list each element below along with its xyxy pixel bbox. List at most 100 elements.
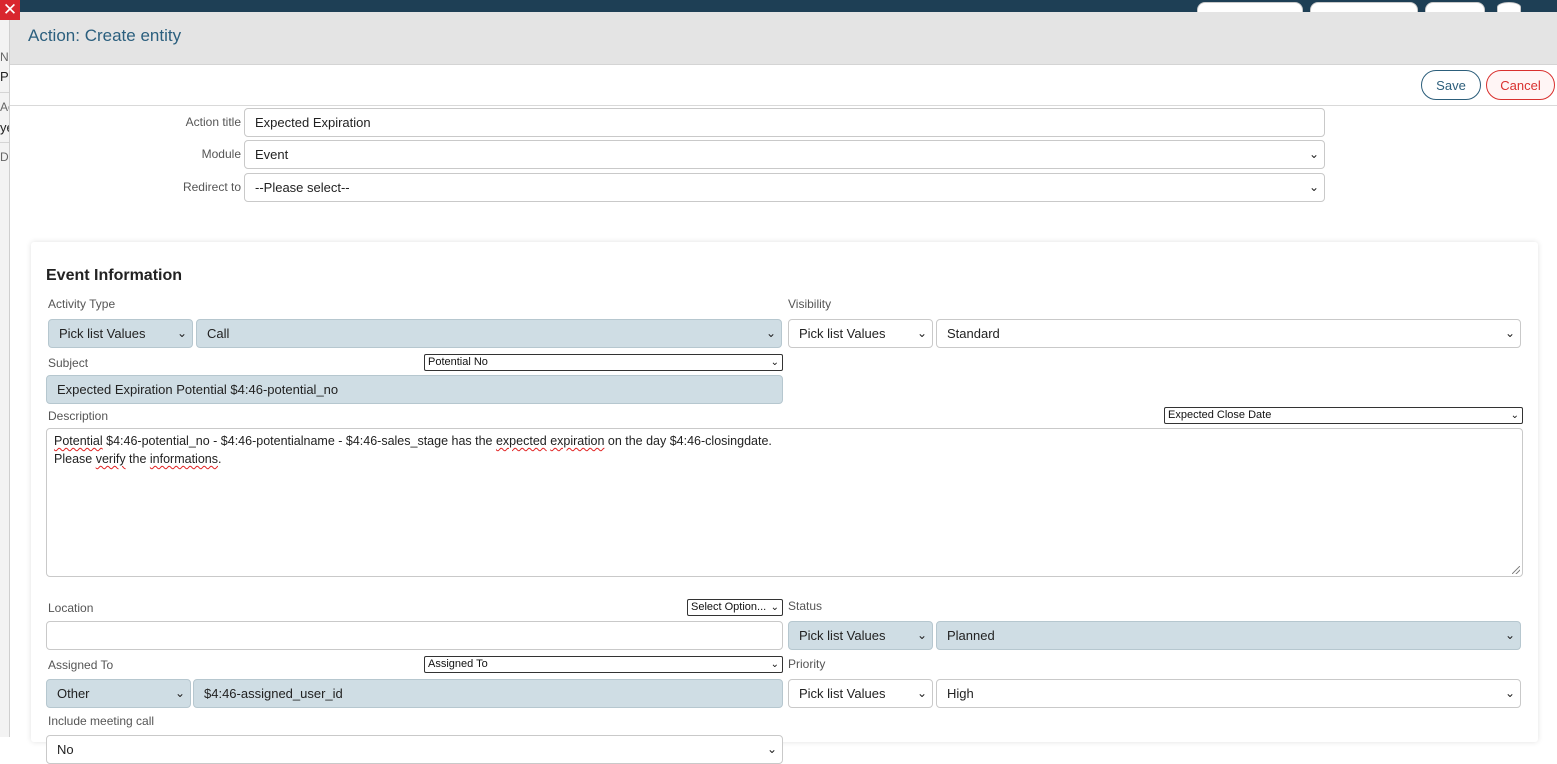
background-divider: [0, 92, 9, 93]
activity-type-mode-select[interactable]: Pick list Values ⌄: [48, 319, 193, 348]
visibility-label: Visibility: [788, 297, 832, 311]
redirect-value: --Please select--: [255, 180, 350, 195]
chevron-down-icon: ⌄: [916, 628, 927, 642]
chevron-down-icon: ⌄: [174, 686, 185, 700]
event-information-card: Event Information Activity Type Pick lis…: [31, 242, 1538, 764]
include-meeting-call-label: Include meeting call: [48, 714, 155, 728]
description-field-picker-value: Expected Close Date: [1168, 409, 1272, 421]
chevron-down-icon: ⌄: [766, 742, 777, 756]
chevron-down-icon: ⌄: [1504, 628, 1515, 642]
priority-value: High: [947, 686, 974, 701]
description-text: $4:46-potential_no - $4:46-potentialname…: [102, 434, 496, 448]
subject-label: Subject: [48, 356, 89, 370]
assigned-to-input[interactable]: $4:46-assigned_user_id: [193, 679, 783, 708]
description-text: expected: [495, 434, 547, 448]
redirect-row: Redirect to --Please select-- ⌄: [10, 173, 1557, 203]
priority-label: Priority: [788, 657, 826, 671]
event-information-title: Event Information: [46, 267, 183, 284]
location-field-picker[interactable]: Select Option... ⌄: [687, 599, 783, 616]
redirect-label: Redirect to: [182, 180, 241, 194]
description-field-picker[interactable]: Expected Close Date ⌄: [1164, 407, 1523, 424]
chevron-down-icon: ⌄: [1308, 180, 1319, 194]
chevron-down-icon: ⌄: [770, 357, 779, 368]
save-button[interactable]: Save: [1421, 70, 1481, 100]
background-tab: [1310, 2, 1418, 12]
description-text: the: [125, 452, 150, 466]
action-title-input[interactable]: Expected Expiration: [244, 108, 1325, 137]
visibility-select[interactable]: Standard ⌄: [936, 319, 1521, 348]
chevron-down-icon: ⌄: [770, 659, 779, 670]
description-text: verify: [95, 452, 126, 466]
background-avatar: [1497, 2, 1521, 12]
description-text: Please: [54, 452, 96, 466]
background-divider: [0, 142, 9, 143]
activity-type-select[interactable]: Call ⌄: [196, 319, 782, 348]
activity-type-label: Activity Type: [48, 297, 116, 311]
background-text: Po: [0, 69, 9, 84]
assigned-to-value: $4:46-assigned_user_id: [204, 686, 343, 701]
location-label: Location: [48, 601, 94, 615]
module-select[interactable]: Event ⌄: [244, 140, 1325, 169]
description-text: on the day $4:46-closingdate.: [604, 434, 772, 448]
description-text: informations: [149, 452, 218, 466]
background-text: Ac: [0, 100, 9, 114]
activity-type-value: Call: [207, 326, 230, 341]
include-meeting-call-select[interactable]: No ⌄: [46, 735, 783, 764]
chevron-down-icon: ⌄: [1510, 410, 1519, 421]
status-mode-select[interactable]: Pick list Values ⌄: [788, 621, 933, 650]
description-textarea[interactable]: Potential $4:46-potential_no - $4:46-pot…: [46, 428, 1523, 577]
priority-mode-value: Pick list Values: [799, 686, 886, 701]
background-tab: [1425, 2, 1485, 12]
module-row: Module Event ⌄: [10, 140, 1557, 170]
modal-title: Action: Create entity: [28, 26, 182, 45]
subject-field-picker[interactable]: Potential No ⌄: [424, 354, 783, 371]
assigned-to-field-picker[interactable]: Assigned To ⌄: [424, 656, 783, 673]
priority-select[interactable]: High ⌄: [936, 679, 1521, 708]
background-tab: [1197, 2, 1303, 12]
visibility-mode-select[interactable]: Pick list Values ⌄: [788, 319, 933, 348]
chevron-down-icon: ⌄: [916, 686, 927, 700]
chevron-down-icon: ⌄: [1504, 686, 1515, 700]
status-select[interactable]: Planned ⌄: [936, 621, 1521, 650]
chevron-down-icon: ⌄: [1308, 147, 1319, 161]
status-label: Status: [788, 599, 823, 613]
module-value: Event: [255, 147, 289, 162]
create-entity-modal: Action: Create entity Save Cancel Action…: [10, 12, 1557, 764]
action-title-row: Action title Expected Expiration: [10, 108, 1557, 138]
chevron-down-icon: ⌄: [176, 326, 187, 340]
chevron-down-icon: ⌄: [1504, 326, 1515, 340]
location-input[interactable]: [46, 621, 783, 650]
visibility-value: Standard: [947, 326, 1000, 341]
redirect-select[interactable]: --Please select-- ⌄: [244, 173, 1325, 202]
background-text: N: [0, 50, 9, 64]
subject-field-picker-value: Potential No: [428, 356, 488, 368]
action-title-label: Action title: [185, 115, 241, 129]
background-page-edge: N Po Ac ye D: [0, 12, 10, 737]
description-label: Description: [48, 409, 109, 423]
description-text: expiration: [550, 434, 605, 448]
visibility-mode-value: Pick list Values: [799, 326, 886, 341]
subject-value: Expected Expiration Potential $4:46-pote…: [57, 382, 339, 397]
chevron-down-icon: ⌄: [770, 602, 779, 613]
include-meeting-call-value: No: [57, 742, 74, 757]
assigned-to-mode-select[interactable]: Other ⌄: [46, 679, 191, 708]
status-value: Planned: [947, 628, 995, 643]
modal-toolbar: Save Cancel: [10, 65, 1557, 106]
chevron-down-icon: ⌄: [916, 326, 927, 340]
chevron-down-icon: ⌄: [765, 326, 776, 340]
subject-input[interactable]: Expected Expiration Potential $4:46-pote…: [46, 375, 783, 404]
location-field-picker-value: Select Option...: [691, 601, 767, 613]
modal-header: Action: Create entity: [10, 12, 1557, 65]
action-title-value: Expected Expiration: [255, 115, 371, 130]
module-label: Module: [201, 147, 241, 161]
assigned-to-label: Assigned To: [48, 658, 114, 672]
status-mode-value: Pick list Values: [799, 628, 886, 643]
resize-grip-icon[interactable]: [1512, 566, 1520, 574]
close-icon[interactable]: ✕: [0, 0, 20, 20]
background-text: ye: [0, 120, 9, 135]
cancel-button[interactable]: Cancel: [1486, 70, 1555, 100]
background-text: D: [0, 150, 9, 164]
priority-mode-select[interactable]: Pick list Values ⌄: [788, 679, 933, 708]
description-text: .: [218, 452, 222, 466]
activity-type-mode-value: Pick list Values: [59, 326, 146, 341]
